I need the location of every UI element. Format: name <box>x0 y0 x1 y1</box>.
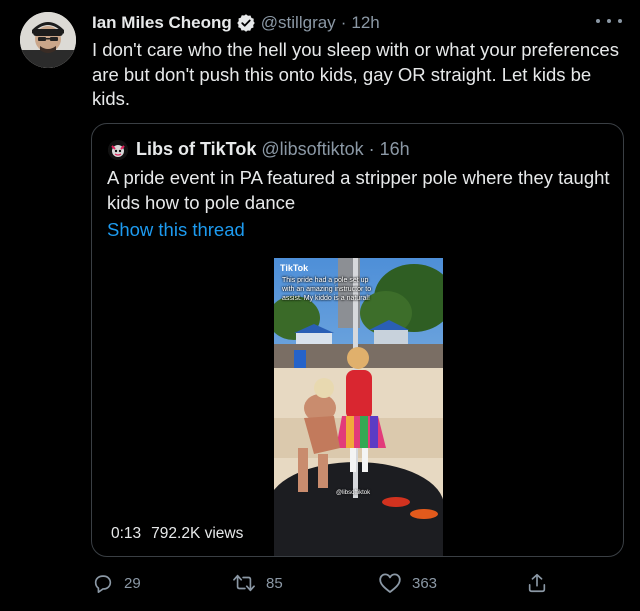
share-icon <box>526 572 548 594</box>
quoted-tweet[interactable]: Libs of TikTok @libsoftiktok · 16h A pri… <box>91 123 624 557</box>
heart-icon <box>378 572 402 594</box>
video-duration: 0:13 <box>111 525 142 542</box>
video-player[interactable]: TikTok This pride had a pole set up with… <box>274 258 443 556</box>
tweet: Ian Miles Cheong @stillgray · 12h I don'… <box>0 0 640 611</box>
more-icon[interactable] <box>596 12 622 30</box>
like-button[interactable]: 363 <box>378 572 437 594</box>
tiktok-watermark: @libsoftiktok <box>336 490 371 496</box>
quoted-tweet-header: Libs of TikTok @libsoftiktok · 16h <box>108 139 410 160</box>
verified-badge-icon <box>236 13 256 33</box>
reply-button[interactable]: 29 <box>92 572 141 594</box>
like-count: 363 <box>412 574 438 592</box>
tiktok-logo: TikTok <box>280 263 309 273</box>
tweet-actions: 29 85 363 <box>92 572 552 598</box>
tweet-timestamp[interactable]: 12h <box>351 13 379 33</box>
author-name[interactable]: Ian Miles Cheong <box>92 13 232 33</box>
quoted-tweet-text: A pride event in PA featured a stripper … <box>107 167 610 213</box>
retweet-count: 85 <box>266 574 283 592</box>
author-avatar[interactable] <box>20 12 76 68</box>
retweet-button[interactable]: 85 <box>232 572 283 594</box>
author-handle[interactable]: @stillgray <box>261 13 336 33</box>
reply-icon <box>92 572 114 594</box>
quoted-author-name: Libs of TikTok <box>136 139 257 159</box>
reply-count: 29 <box>124 574 141 592</box>
show-thread-link[interactable]: Show this thread <box>107 219 245 241</box>
tweet-header: Ian Miles Cheong @stillgray · 12h <box>92 12 380 34</box>
retweet-icon <box>232 572 256 594</box>
quoted-separator-dot: · <box>368 139 375 159</box>
quoted-tweet-timestamp: 16h <box>379 139 410 159</box>
quoted-author-avatar <box>108 139 128 160</box>
video-meta: 0:13 792.2K views <box>111 525 243 543</box>
share-button[interactable] <box>526 572 548 594</box>
separator-dot: · <box>340 13 347 32</box>
video-views: 792.2K views <box>151 525 244 542</box>
tiktok-caption: This pride had a pole set up with an ama… <box>282 277 372 302</box>
quoted-author-handle: @libsoftiktok <box>261 139 364 159</box>
tweet-text: I don't care who the hell you sleep with… <box>92 39 619 109</box>
